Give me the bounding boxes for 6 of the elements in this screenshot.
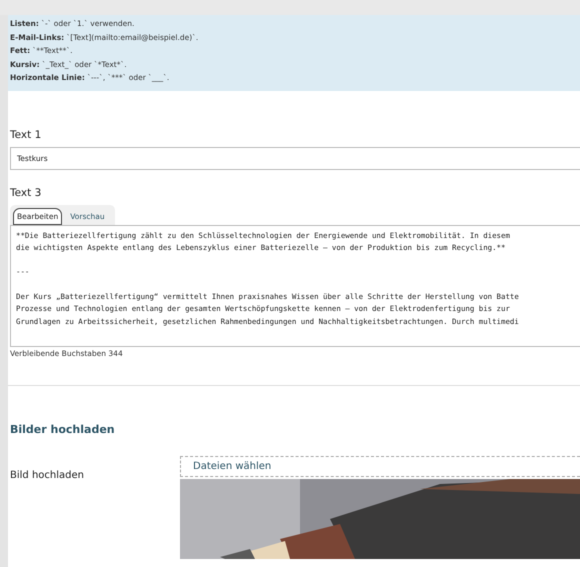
text-area[interactable] (10, 224, 580, 346)
field-label: Bild hochladen (10, 468, 85, 482)
choose-files-button[interactable]: Dateien wählen (180, 456, 580, 476)
section-heading: Bilder hochladen (10, 422, 116, 436)
field-label: Text 1 (10, 128, 42, 140)
field-label: Text 3 (10, 186, 42, 198)
